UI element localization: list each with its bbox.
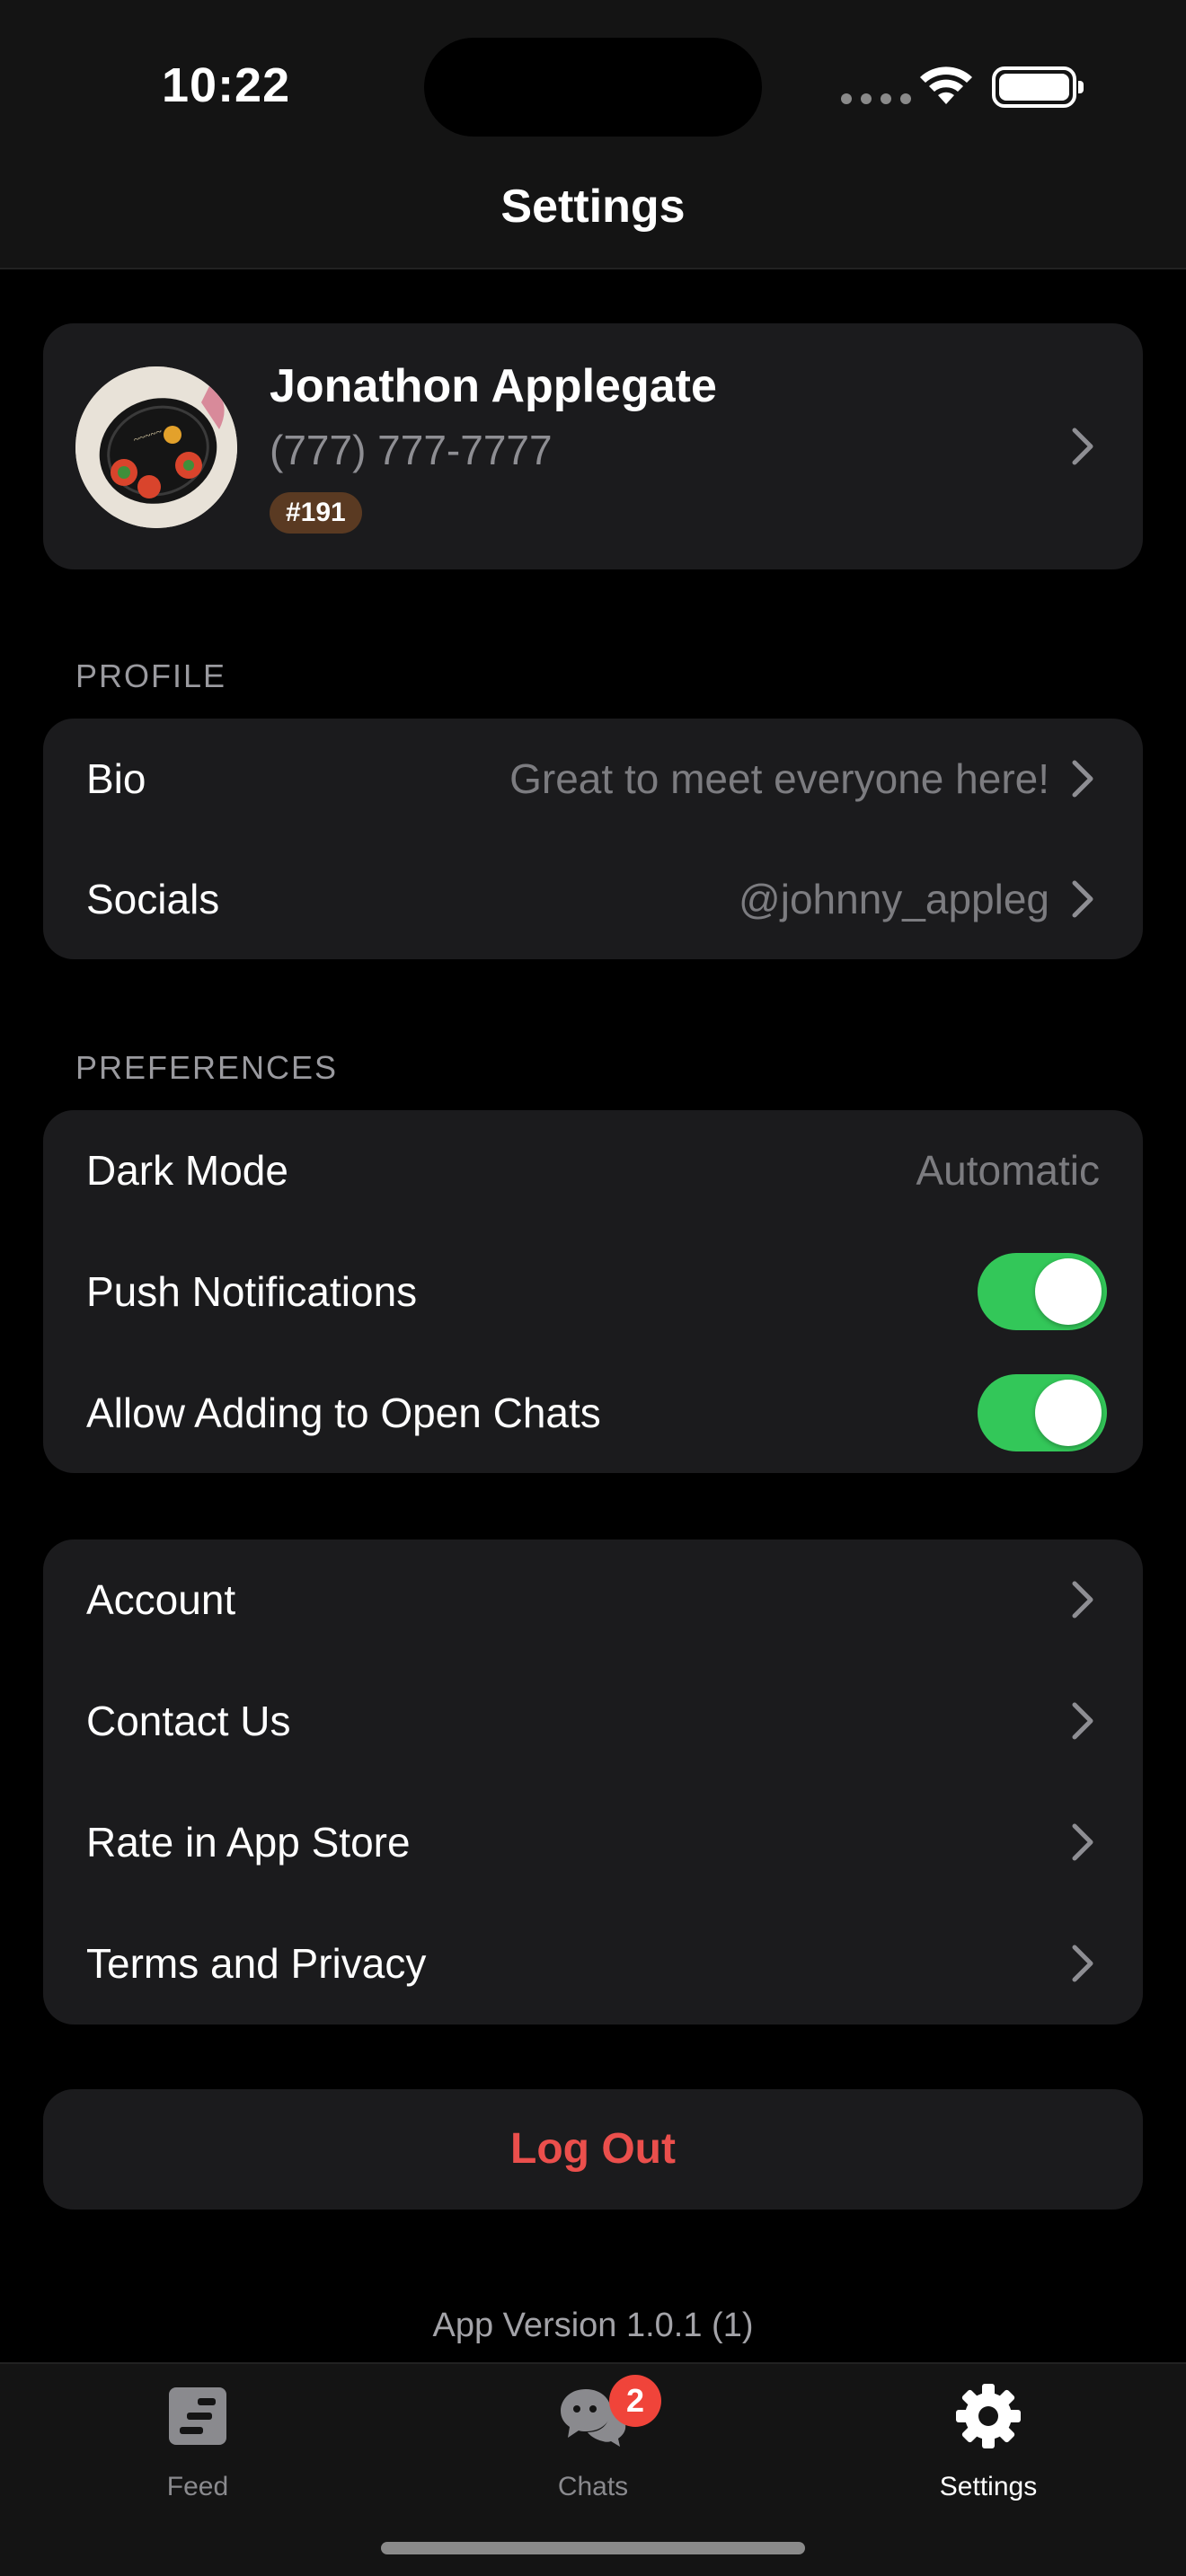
toggle-knob bbox=[1035, 1380, 1102, 1446]
profile-settings-group: Bio Great to meet everyone here! Socials… bbox=[43, 719, 1143, 959]
tab-label: Feed bbox=[166, 2472, 229, 2501]
toggle-knob bbox=[1035, 1258, 1102, 1325]
row-label: Bio bbox=[86, 755, 146, 802]
app-version: App Version 1.0.1 (1) bbox=[432, 2307, 754, 2344]
settings-row-dark-mode[interactable]: Dark Mode Automatic bbox=[43, 1110, 1143, 1231]
profile-phone: (777) 777-7777 bbox=[270, 427, 553, 473]
battery-icon bbox=[992, 66, 1084, 108]
chevron-right-icon bbox=[1069, 1821, 1096, 1864]
tab-bar: Feed 2 Chats Settings bbox=[0, 2362, 1186, 2576]
section-label-preferences: PREFERENCES bbox=[75, 1049, 339, 1086]
row-value: Automatic bbox=[916, 1147, 1100, 1194]
profile-card[interactable]: ~~~~~ Jonathon Applegate (777) 777-7777 … bbox=[43, 323, 1143, 569]
chevron-right-icon bbox=[1069, 878, 1096, 921]
preferences-group: Dark Mode Automatic Push Notifications A… bbox=[43, 1110, 1143, 1473]
row-label: Dark Mode bbox=[86, 1147, 288, 1194]
tab-feed[interactable]: Feed bbox=[90, 2364, 305, 2526]
chevron-right-icon bbox=[1069, 1578, 1096, 1621]
chevron-right-icon bbox=[1069, 1942, 1096, 1985]
settings-row-bio[interactable]: Bio Great to meet everyone here! bbox=[43, 719, 1143, 839]
row-label: Rate in App Store bbox=[86, 1819, 411, 1866]
settings-row-socials[interactable]: Socials @johnny_appleg bbox=[43, 839, 1143, 959]
settings-row-terms[interactable]: Terms and Privacy bbox=[43, 1903, 1143, 2024]
dynamic-island bbox=[424, 38, 762, 137]
profile-number-badge: #191 bbox=[270, 492, 362, 534]
avatar: ~~~~~ bbox=[75, 366, 237, 528]
feed-icon bbox=[169, 2387, 226, 2445]
row-label: Allow Adding to Open Chats bbox=[86, 1389, 601, 1436]
settings-row-push-notifications: Push Notifications bbox=[43, 1231, 1143, 1352]
page-title: Settings bbox=[500, 181, 686, 233]
tab-label: Chats bbox=[557, 2472, 629, 2501]
chevron-right-icon bbox=[1069, 757, 1096, 800]
row-value: @johnny_appleg bbox=[739, 876, 1049, 922]
logout-button[interactable]: Log Out bbox=[43, 2089, 1143, 2210]
row-value: Great to meet everyone here! bbox=[509, 755, 1049, 802]
unread-count-badge: 2 bbox=[609, 2375, 661, 2427]
row-label: Socials bbox=[86, 876, 220, 922]
gear-icon bbox=[956, 2384, 1021, 2448]
settings-row-rate-app[interactable]: Rate in App Store bbox=[43, 1782, 1143, 1902]
chevron-right-icon bbox=[1069, 425, 1096, 468]
settings-row-account[interactable]: Account bbox=[43, 1539, 1143, 1660]
section-label-profile: PROFILE bbox=[75, 657, 227, 694]
settings-row-contact-us[interactable]: Contact Us bbox=[43, 1661, 1143, 1781]
tab-settings[interactable]: Settings bbox=[881, 2364, 1096, 2526]
settings-row-allow-adding: Allow Adding to Open Chats bbox=[43, 1353, 1143, 1473]
profile-name: Jonathon Applegate bbox=[270, 360, 717, 412]
home-indicator bbox=[381, 2542, 805, 2554]
chevron-right-icon bbox=[1069, 1699, 1096, 1742]
row-label: Account bbox=[86, 1576, 236, 1623]
links-group: Account Contact Us Rate in App Store Ter… bbox=[43, 1539, 1143, 2025]
tab-label: Settings bbox=[939, 2472, 1038, 2501]
cellular-signal-icon bbox=[841, 93, 911, 104]
tab-chats[interactable]: 2 Chats bbox=[485, 2364, 701, 2526]
allow-adding-toggle[interactable] bbox=[978, 1374, 1107, 1451]
row-label: Contact Us bbox=[86, 1698, 291, 1744]
row-label: Push Notifications bbox=[86, 1268, 418, 1315]
settings-screen: 10:22 Settings ~~~~~ Jonathon Applegate … bbox=[0, 0, 1186, 2576]
status-time: 10:22 bbox=[162, 58, 291, 112]
row-label: Terms and Privacy bbox=[86, 1940, 427, 1987]
avatar-image: ~~~~~ bbox=[75, 366, 237, 528]
wifi-icon bbox=[920, 66, 972, 104]
top-bar: 10:22 Settings bbox=[0, 0, 1186, 269]
push-notifications-toggle[interactable] bbox=[978, 1253, 1107, 1330]
logout-label: Log Out bbox=[510, 2125, 676, 2173]
